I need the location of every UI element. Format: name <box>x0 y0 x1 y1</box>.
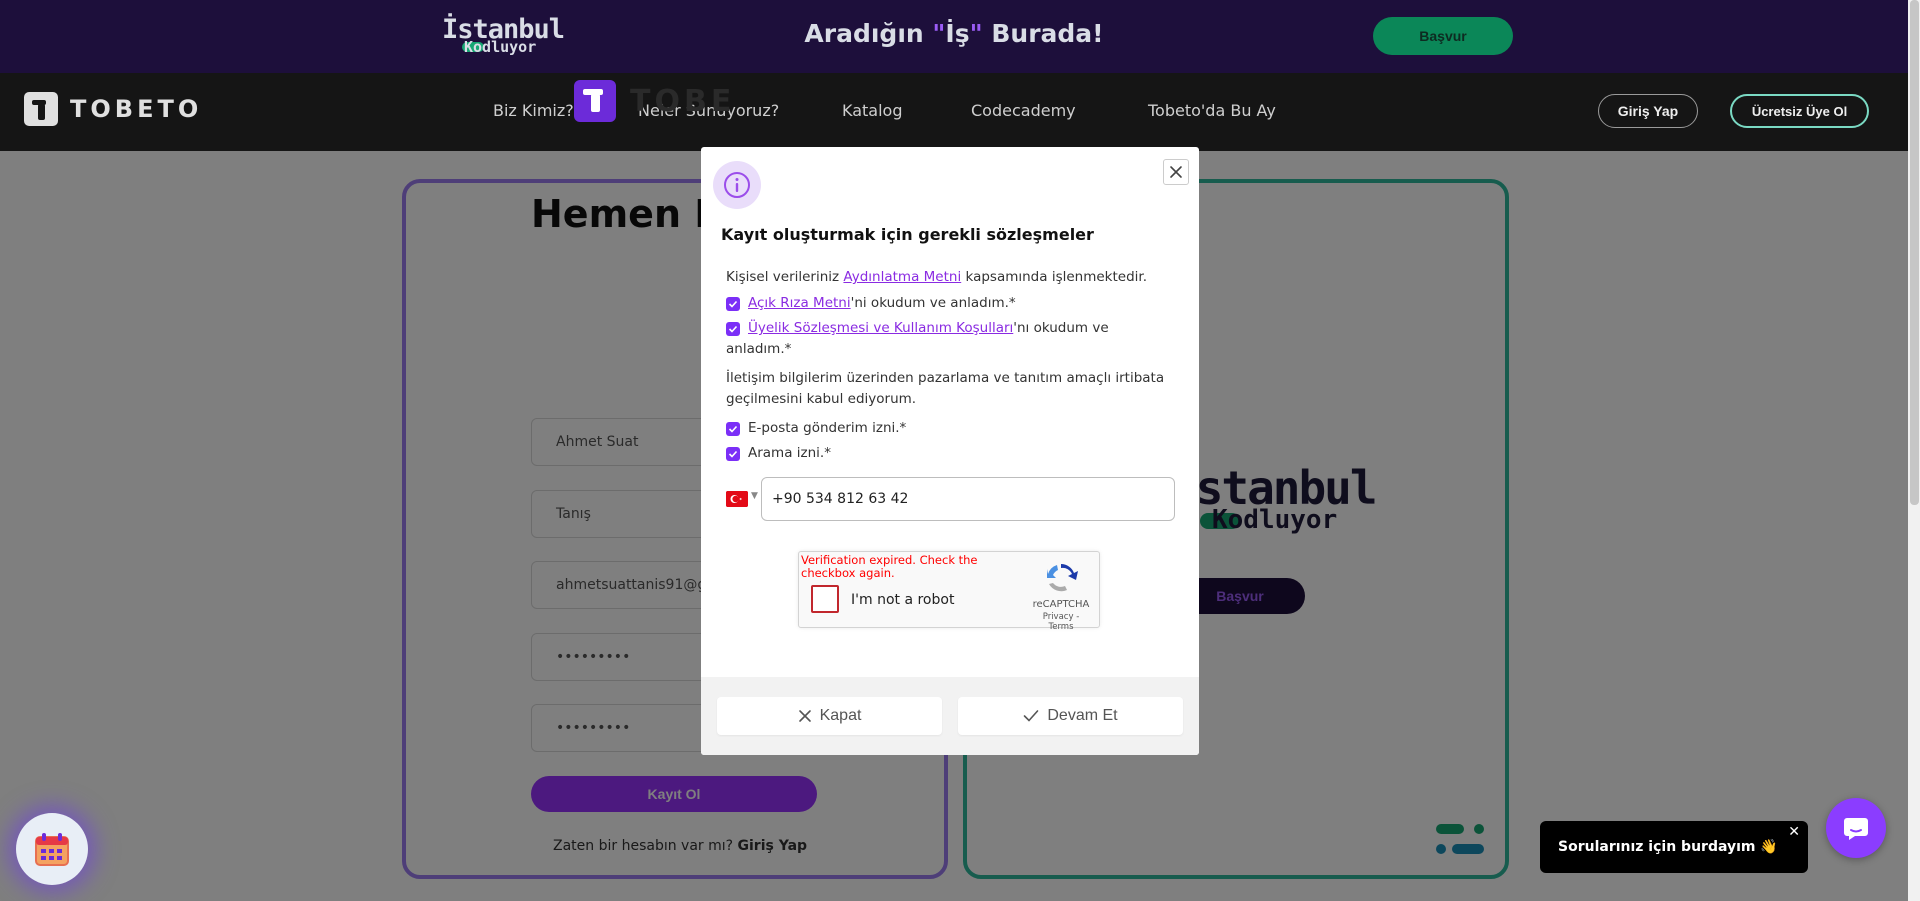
main-nav: TOBETO Biz Kimiz? Neler Sunuyoruz? Katal… <box>0 73 1908 151</box>
modal-kapat-button[interactable]: Kapat <box>717 697 942 735</box>
check-icon <box>728 325 738 333</box>
recaptcha-checkbox[interactable] <box>811 585 839 613</box>
uyelik-sozlesmesi-link[interactable]: Üyelik Sözleşmesi ve Kullanım Koşulları <box>748 320 1013 336</box>
devam-et-label: Devam Et <box>1047 707 1118 724</box>
turkey-flag-graphic <box>726 491 748 507</box>
chat-tooltip-text: Sorularınız için burdayım 👋 <box>1558 839 1778 855</box>
calendar-icon <box>35 833 69 866</box>
nav-item-codecademy[interactable]: Codecademy <box>971 101 1076 120</box>
email-permission-label: E-posta gönderim izni.* <box>748 420 907 436</box>
recaptcha-label: I'm not a robot <box>851 592 955 608</box>
nav-item-katalog[interactable]: Katalog <box>842 101 902 120</box>
nav-item-tobeto-bu-ay[interactable]: Tobeto'da Bu Ay <box>1148 101 1276 120</box>
info-badge <box>713 161 761 209</box>
slogan: Aradığın "İş" Burada! <box>0 19 1908 48</box>
acik-riza-link[interactable]: Açık Rıza Metni <box>748 295 851 311</box>
modal-devam-et-button[interactable]: Devam Et <box>958 697 1183 735</box>
nav-item-biz-kimiz[interactable]: Biz Kimiz? <box>493 101 574 120</box>
form-logo: TOBE <box>574 80 735 122</box>
marketing-consent-text: İletişim bilgilerim üzerinden pazarlama … <box>726 370 1165 407</box>
consent-uyelik-label: Üyelik Sözleşmesi ve Kullanım Koşulları'… <box>748 318 1109 339</box>
page-scrollbar-thumb[interactable] <box>1910 0 1919 505</box>
chat-tooltip: Sorularınız için burdayım 👋 ✕ <box>1540 821 1808 873</box>
calendar-widget[interactable] <box>16 813 88 885</box>
uyelik-text: 'nı okudum ve <box>1013 320 1109 336</box>
modal-title: Kayıt oluşturmak için gerekli sözleşmele… <box>721 225 1094 244</box>
slogan-quote-open: " <box>932 19 946 48</box>
recaptcha-links[interactable]: Privacy - Terms <box>1031 612 1091 632</box>
privacy-intro: Kişisel verileriniz Aydınlatma Metni kap… <box>726 267 1147 288</box>
slogan-post: Burada! <box>982 19 1104 48</box>
close-icon <box>798 710 811 722</box>
check-icon <box>728 450 738 458</box>
modal-footer: Kapat Devam Et <box>701 677 1199 755</box>
info-icon <box>724 172 750 198</box>
check-icon <box>728 425 738 433</box>
recaptcha-brand: reCAPTCHA <box>1032 599 1090 610</box>
consent-acik-riza-checkbox[interactable] <box>726 297 740 311</box>
aydinlatma-metni-link[interactable]: Aydınlatma Metni <box>843 269 961 285</box>
tobeto-mark-icon <box>574 80 616 122</box>
call-permission-label: Arama izni.* <box>748 445 831 461</box>
consent-uyelik-label-cont: anladım.* <box>726 341 792 357</box>
email-permission-checkbox[interactable] <box>726 422 740 436</box>
chat-tooltip-close-icon[interactable]: ✕ <box>1788 821 1800 843</box>
top-banner: İstanbul Kodluyor Aradığın "İş" Burada! … <box>0 0 1908 73</box>
check-icon <box>1024 710 1039 722</box>
chat-bubble-icon <box>1844 818 1868 840</box>
signup-button[interactable]: Ücretsiz Üye Ol <box>1730 94 1869 128</box>
login-button[interactable]: Giriş Yap <box>1598 94 1698 128</box>
form-logo-word: TOBE <box>630 83 736 119</box>
close-icon <box>1170 166 1182 178</box>
acik-riza-text: 'ni okudum ve anladım.* <box>850 295 1016 311</box>
intro-post: kapsamında işlenmektedir. <box>961 269 1148 285</box>
recaptcha-widget: Verification expired. Check the checkbox… <box>798 551 1100 632</box>
turkey-flag-icon[interactable] <box>726 491 748 507</box>
intro-pre: Kişisel verileriniz <box>726 269 844 285</box>
consent-modal: Kayıt oluşturmak için gerekli sözleşmele… <box>701 147 1199 755</box>
recaptcha-logo-icon <box>1047 564 1078 592</box>
recaptcha-error: Verification expired. Check the checkbox… <box>801 553 978 580</box>
country-dropdown-chevron-icon[interactable]: ▼ <box>751 491 758 501</box>
call-permission-checkbox[interactable] <box>726 447 740 461</box>
slogan-pre: Aradığın <box>804 19 933 48</box>
slogan-quote-close: " <box>969 19 983 48</box>
modal-close-button[interactable] <box>1163 159 1189 185</box>
slogan-word: İş <box>945 19 970 48</box>
phone-input[interactable]: +90 534 812 63 42 <box>761 477 1175 521</box>
chat-button[interactable] <box>1826 798 1886 858</box>
kapat-label: Kapat <box>819 707 862 724</box>
consent-uyelik-checkbox[interactable] <box>726 322 740 336</box>
check-icon <box>728 300 738 308</box>
apply-button[interactable]: Başvur <box>1373 17 1513 55</box>
consent-acik-riza-label: Açık Rıza Metni'ni okudum ve anladım.* <box>748 293 1016 314</box>
